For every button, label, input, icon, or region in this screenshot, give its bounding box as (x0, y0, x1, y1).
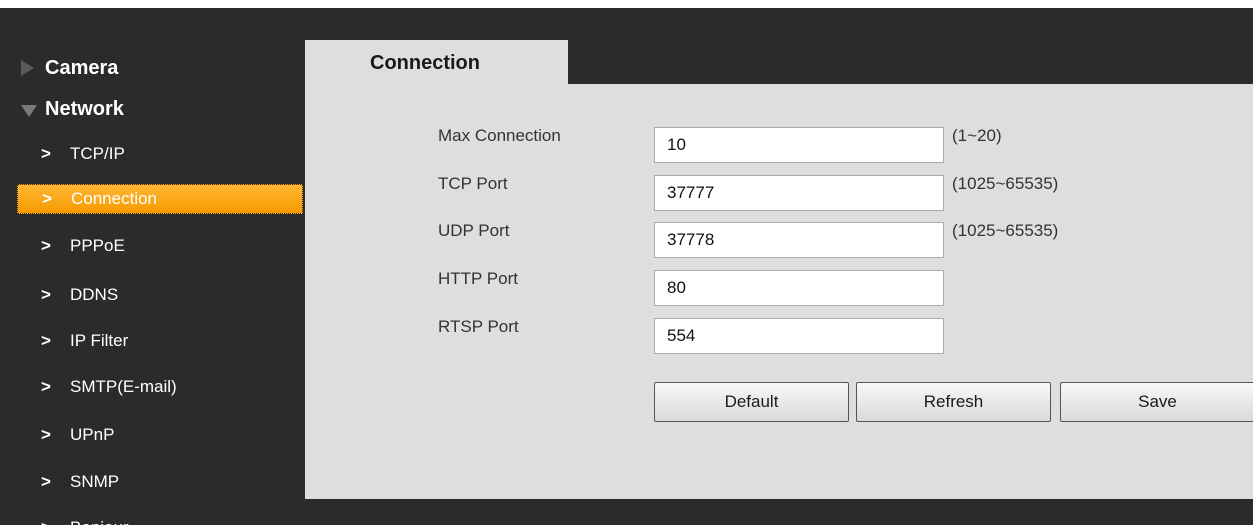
connection-settings-panel: Max Connection (1~20) TCP Port (1025~655… (305, 84, 1253, 499)
sidebar-item-label: Bonjour (70, 513, 129, 525)
sidebar-item-smtp[interactable]: > SMTP(E-mail) (17, 372, 303, 402)
udp-port-input[interactable] (654, 222, 944, 258)
tab-connection[interactable]: Connection (305, 40, 568, 84)
chevron-right-icon: > (41, 236, 51, 255)
default-button[interactable]: Default (654, 382, 849, 422)
sidebar-item-label: SMTP(E-mail) (70, 377, 177, 396)
expand-right-icon (21, 60, 34, 76)
chevron-right-icon: > (41, 331, 51, 350)
sidebar-section-camera[interactable]: Camera (0, 53, 300, 83)
tab-label: Connection (370, 52, 480, 74)
sidebar-item-snmp[interactable]: > SNMP (17, 467, 303, 497)
tcp-port-input[interactable] (654, 175, 944, 211)
refresh-button[interactable]: Refresh (856, 382, 1051, 422)
sidebar-section-network[interactable]: Network (0, 94, 300, 124)
sidebar-item-label: DDNS (70, 285, 119, 304)
tcp-port-range: (1025~65535) (952, 174, 1059, 193)
http-port-label: HTTP Port (438, 269, 518, 288)
sidebar-item-label: IP Filter (70, 331, 129, 350)
sidebar-item-bonjour[interactable]: > Bonjour (17, 513, 303, 525)
sidebar-item-label: TCP/IP (70, 144, 125, 163)
sidebar-item-ddns[interactable]: > DDNS (17, 280, 303, 310)
chevron-right-icon: > (41, 425, 51, 444)
chevron-right-icon: > (41, 144, 51, 163)
sidebar-item-connection[interactable]: > Connection (17, 184, 303, 214)
chevron-right-icon: > (41, 472, 51, 491)
sidebar-item-ip-filter[interactable]: > IP Filter (17, 326, 303, 356)
collapse-down-icon (21, 105, 37, 117)
max-connection-label: Max Connection (438, 126, 561, 145)
sidebar-item-tcpip[interactable]: > TCP/IP (17, 139, 303, 169)
section-label: Network (45, 98, 124, 120)
rtsp-port-input[interactable] (654, 318, 944, 354)
chevron-right-icon: > (41, 513, 51, 525)
sidebar-item-label: PPPoE (70, 236, 125, 255)
sidebar-item-label: UPnP (70, 425, 115, 444)
max-connection-input[interactable] (654, 127, 944, 163)
udp-port-label: UDP Port (438, 221, 510, 240)
http-port-input[interactable] (654, 270, 944, 306)
chevron-right-icon: > (41, 377, 51, 396)
sidebar-item-label: Connection (71, 189, 158, 208)
rtsp-port-label: RTSP Port (438, 317, 519, 336)
sidebar-item-label: SNMP (70, 472, 120, 491)
save-button[interactable]: Save (1060, 382, 1253, 422)
udp-port-range: (1025~65535) (952, 221, 1059, 240)
tcp-port-label: TCP Port (438, 174, 508, 193)
chevron-right-icon: > (42, 189, 52, 208)
max-connection-range: (1~20) (952, 126, 1002, 145)
section-label: Camera (45, 57, 119, 79)
app-window: Camera Network > TCP/IP > Connection > P… (0, 8, 1253, 525)
sidebar: Camera Network > TCP/IP > Connection > P… (0, 8, 305, 525)
sidebar-item-upnp[interactable]: > UPnP (17, 420, 303, 450)
chevron-right-icon: > (41, 285, 51, 304)
sidebar-item-pppoe[interactable]: > PPPoE (17, 231, 303, 261)
